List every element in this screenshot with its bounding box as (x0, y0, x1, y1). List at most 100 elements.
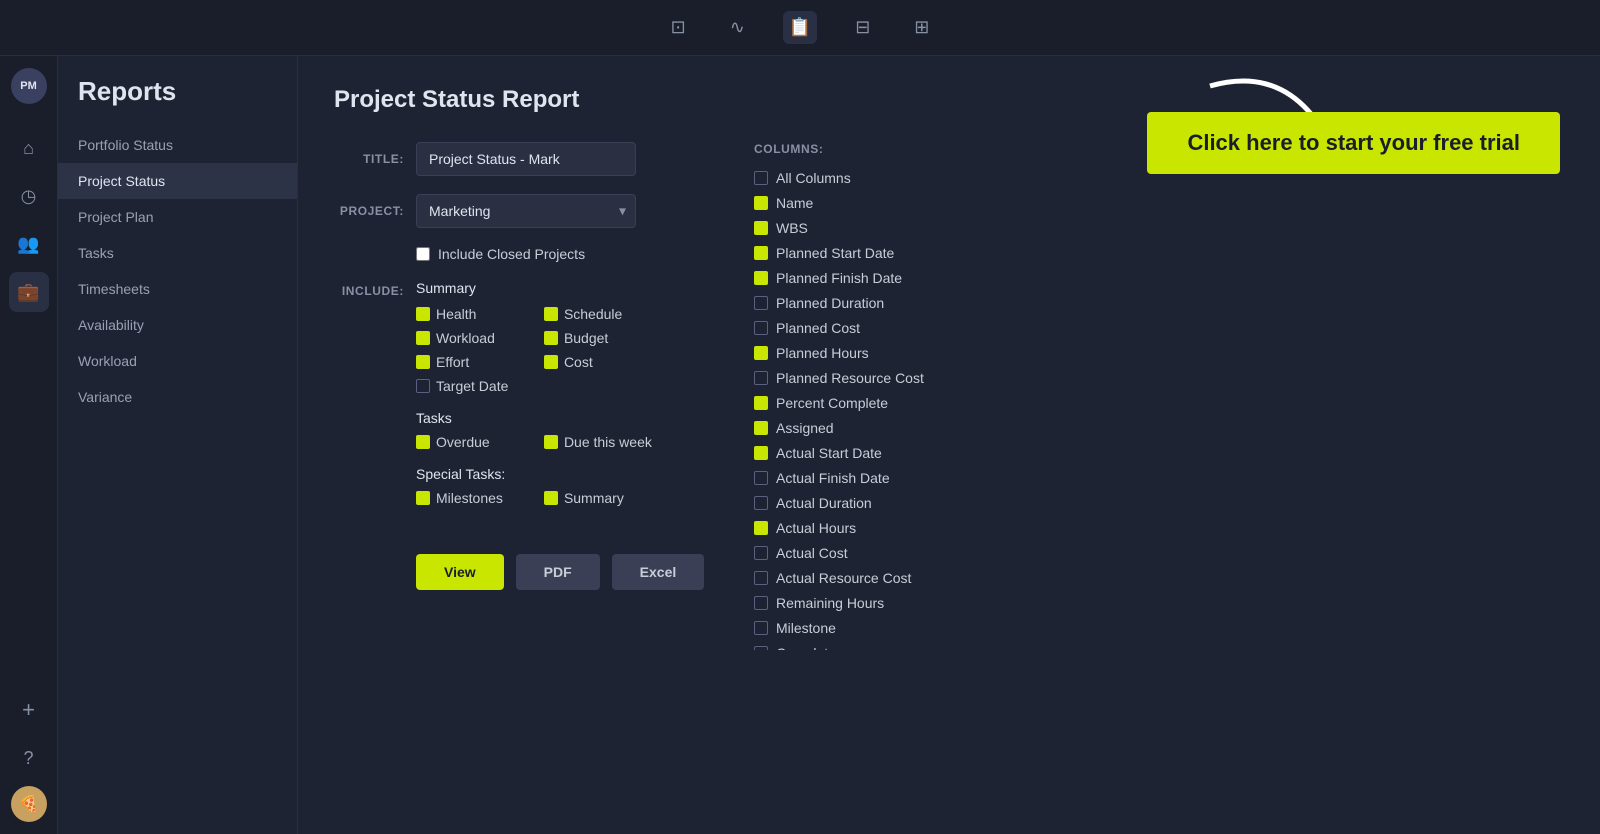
milestones-label: Milestones (436, 490, 503, 506)
planned-resource-cost-checkbox[interactable] (754, 371, 768, 385)
page-title: Project Status Report (334, 86, 1564, 114)
planned-hours-checkbox[interactable] (754, 346, 768, 360)
col-item-actual-resource-cost: Actual Resource Cost (754, 570, 1556, 586)
health-checkbox[interactable] (416, 307, 430, 321)
include-closed-row: Include Closed Projects (334, 246, 714, 262)
form-section: TITLE: PROJECT: Marketing All Projects D… (334, 142, 1564, 650)
title-input[interactable] (416, 142, 636, 176)
budget-checkbox[interactable] (544, 331, 558, 345)
clipboard-icon[interactable]: 📋 (783, 11, 817, 44)
wbs-col-label: WBS (776, 220, 808, 236)
summary-checkbox[interactable] (544, 491, 558, 505)
actual-resource-cost-checkbox[interactable] (754, 571, 768, 585)
col-item-actual-start-date: Actual Start Date (754, 445, 1556, 461)
remaining-hours-checkbox[interactable] (754, 596, 768, 610)
btn-row: View PDF Excel (334, 554, 714, 590)
milestone-checkbox[interactable] (754, 621, 768, 635)
help-nav[interactable]: ? (9, 738, 49, 778)
add-nav[interactable]: + (9, 690, 49, 730)
actual-duration-checkbox[interactable] (754, 496, 768, 510)
project-row: PROJECT: Marketing All Projects Design D… (334, 194, 714, 228)
home-nav[interactable]: ⌂ (9, 128, 49, 168)
pdf-button[interactable]: PDF (516, 554, 600, 590)
overdue-checkbox[interactable] (416, 435, 430, 449)
analytics-icon[interactable]: ∿ (724, 11, 751, 44)
link-icon[interactable]: ⊟ (849, 11, 876, 44)
planned-start-date-checkbox[interactable] (754, 246, 768, 260)
percent-complete-checkbox[interactable] (754, 396, 768, 410)
sidebar-item-availability[interactable]: Availability (58, 307, 297, 343)
main-layout: PM ⌂ ◷ 👥 💼 + ? 🍕 Reports Portfolio Statu… (0, 56, 1600, 834)
scan-icon[interactable]: ⊡ (665, 11, 692, 44)
special-items-grid: Milestones Summary (416, 490, 652, 506)
workload-label: Workload (436, 330, 495, 346)
topbar: ⊡ ∿ 📋 ⊟ ⊞ (0, 0, 1600, 56)
planned-duration-checkbox[interactable] (754, 296, 768, 310)
cost-checkbox[interactable] (544, 355, 558, 369)
summary-items-grid: Health Schedule Workload (416, 306, 652, 394)
columns-list: All Columns Name WBS Plann (754, 170, 1564, 650)
sidebar: Reports Portfolio Status Project Status … (58, 56, 298, 834)
due-this-week-label: Due this week (564, 434, 652, 450)
briefcase-nav[interactable]: 💼 (9, 272, 49, 312)
target-date-checkbox[interactable] (416, 379, 430, 393)
planned-resource-cost-label: Planned Resource Cost (776, 370, 924, 386)
col-item-actual-cost: Actual Cost (754, 545, 1556, 561)
actual-cost-checkbox[interactable] (754, 546, 768, 560)
complete-checkbox[interactable] (754, 646, 768, 650)
overdue-label: Overdue (436, 434, 490, 450)
include-item-overdue: Overdue (416, 434, 524, 450)
include-item-schedule: Schedule (544, 306, 652, 322)
include-item-workload: Workload (416, 330, 524, 346)
assigned-checkbox[interactable] (754, 421, 768, 435)
planned-cost-checkbox[interactable] (754, 321, 768, 335)
project-select[interactable]: Marketing All Projects Design Developmen… (416, 194, 636, 228)
effort-checkbox[interactable] (416, 355, 430, 369)
actual-cost-label: Actual Cost (776, 545, 848, 561)
col-item-actual-hours: Actual Hours (754, 520, 1556, 536)
include-item-health: Health (416, 306, 524, 322)
sidebar-item-timesheets[interactable]: Timesheets (58, 271, 297, 307)
sidebar-item-tasks[interactable]: Tasks (58, 235, 297, 271)
sidebar-item-portfolio-status[interactable]: Portfolio Status (58, 127, 297, 163)
milestones-checkbox[interactable] (416, 491, 430, 505)
history-nav[interactable]: ◷ (9, 176, 49, 216)
wbs-col-checkbox[interactable] (754, 221, 768, 235)
view-button[interactable]: View (416, 554, 504, 590)
schedule-checkbox[interactable] (544, 307, 558, 321)
layout-icon[interactable]: ⊞ (908, 11, 935, 44)
name-col-checkbox[interactable] (754, 196, 768, 210)
include-block: Summary Health (416, 280, 652, 522)
summary-item-label: Summary (564, 490, 624, 506)
include-closed-label: Include Closed Projects (438, 246, 585, 262)
actual-start-date-checkbox[interactable] (754, 446, 768, 460)
special-tasks-label: Special Tasks: (416, 466, 652, 482)
include-item-budget: Budget (544, 330, 652, 346)
sidebar-item-variance[interactable]: Variance (58, 379, 297, 415)
promo-banner[interactable]: Click here to start your free trial (1147, 112, 1560, 174)
include-closed-checkbox[interactable] (416, 247, 430, 261)
planned-finish-date-checkbox[interactable] (754, 271, 768, 285)
avatar[interactable]: 🍕 (11, 786, 47, 822)
budget-label: Budget (564, 330, 608, 346)
target-date-label: Target Date (436, 378, 508, 394)
assigned-label: Assigned (776, 420, 834, 436)
actual-finish-date-checkbox[interactable] (754, 471, 768, 485)
include-item-milestones: Milestones (416, 490, 524, 506)
workload-checkbox[interactable] (416, 331, 430, 345)
pm-logo[interactable]: PM (11, 68, 47, 104)
actual-hours-label: Actual Hours (776, 520, 856, 536)
col-item-planned-duration: Planned Duration (754, 295, 1556, 311)
effort-label: Effort (436, 354, 469, 370)
sidebar-item-workload[interactable]: Workload (58, 343, 297, 379)
actual-hours-checkbox[interactable] (754, 521, 768, 535)
planned-duration-label: Planned Duration (776, 295, 884, 311)
team-nav[interactable]: 👥 (9, 224, 49, 264)
sidebar-item-project-status[interactable]: Project Status (58, 163, 297, 199)
tasks-section-label: Tasks (416, 410, 652, 426)
sidebar-item-project-plan[interactable]: Project Plan (58, 199, 297, 235)
all-columns-checkbox[interactable] (754, 171, 768, 185)
excel-button[interactable]: Excel (612, 554, 705, 590)
col-item-percent-complete: Percent Complete (754, 395, 1556, 411)
due-this-week-checkbox[interactable] (544, 435, 558, 449)
